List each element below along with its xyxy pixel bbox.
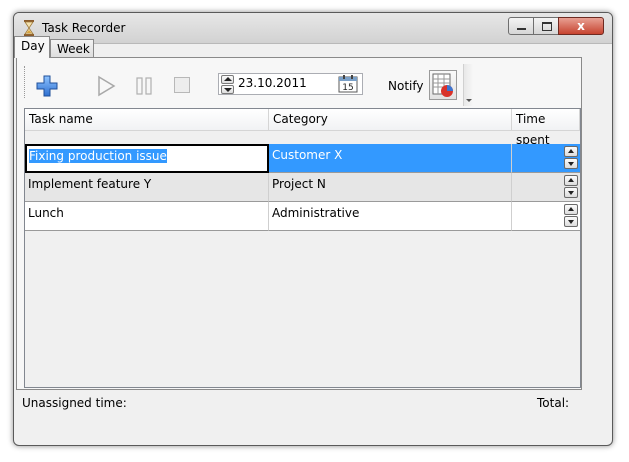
time-spin-up-button[interactable]	[564, 175, 578, 186]
time-spin-up-button[interactable]	[564, 146, 578, 157]
task-name-cell[interactable]: Implement feature Y	[25, 173, 269, 202]
add-task-icon[interactable]	[36, 75, 58, 97]
tab-week-label: Week	[57, 42, 90, 56]
task-name-text[interactable]: Fixing production issue	[29, 149, 167, 163]
window-title: Task Recorder	[42, 21, 126, 35]
toolbar-grip[interactable]	[24, 66, 28, 98]
date-value[interactable]: 23.10.2011	[238, 76, 307, 90]
tab-day[interactable]: Day	[14, 36, 50, 58]
category-cell[interactable]: Customer X	[269, 144, 512, 173]
time-spin-down-button[interactable]	[564, 158, 578, 169]
maximize-button[interactable]	[533, 17, 559, 35]
notify-button[interactable]	[429, 70, 457, 100]
table-row[interactable]: Fixing production issue Customer X	[25, 144, 580, 173]
category-cell[interactable]: Administrative	[269, 202, 512, 231]
tab-week[interactable]: Week	[50, 39, 94, 59]
table-row[interactable]: Implement feature Y Project N	[25, 173, 580, 202]
table-row[interactable]: Lunch Administrative	[25, 202, 580, 231]
title-bar[interactable]: Task Recorder x	[14, 13, 612, 44]
date-picker[interactable]: 23.10.2011 15	[218, 73, 363, 95]
grid-header: Task name Category Time spent	[25, 109, 580, 147]
close-icon: x	[577, 19, 585, 33]
notify-label: Notify	[388, 79, 424, 93]
notify-dropdown-button[interactable]	[463, 64, 474, 106]
column-header-time-spent[interactable]: Time spent	[512, 109, 580, 147]
notify-icon	[432, 73, 453, 97]
time-spin-down-button[interactable]	[564, 216, 578, 227]
time-spin-down-button[interactable]	[564, 187, 578, 198]
minimize-button[interactable]	[508, 17, 534, 35]
category-cell[interactable]: Project N	[269, 173, 512, 202]
date-spin-down-button[interactable]	[221, 85, 234, 94]
stop-icon[interactable]	[174, 77, 190, 93]
column-header-task-name[interactable]: Task name	[25, 109, 269, 130]
pause-icon[interactable]	[134, 76, 154, 96]
play-icon[interactable]	[96, 75, 116, 97]
task-grid: Task name Category Time spent Fixing pro…	[24, 108, 581, 388]
date-spin-up-button[interactable]	[221, 75, 234, 84]
hourglass-icon	[24, 20, 34, 36]
tab-day-label: Day	[21, 39, 45, 53]
column-header-category[interactable]: Category	[269, 109, 512, 130]
time-spent-cell[interactable]	[512, 144, 580, 173]
task-name-cell[interactable]: Lunch	[25, 202, 269, 231]
total-label: Total:	[537, 396, 570, 410]
calendar-icon[interactable]: 15	[338, 75, 358, 93]
calendar-day: 15	[342, 83, 353, 93]
close-button[interactable]: x	[558, 17, 604, 35]
task-name-cell[interactable]: Fixing production issue	[25, 144, 269, 173]
time-spin-up-button[interactable]	[564, 204, 578, 215]
time-spent-cell[interactable]	[512, 173, 580, 202]
unassigned-time-label: Unassigned time:	[22, 396, 127, 410]
time-spent-cell[interactable]	[512, 202, 580, 231]
